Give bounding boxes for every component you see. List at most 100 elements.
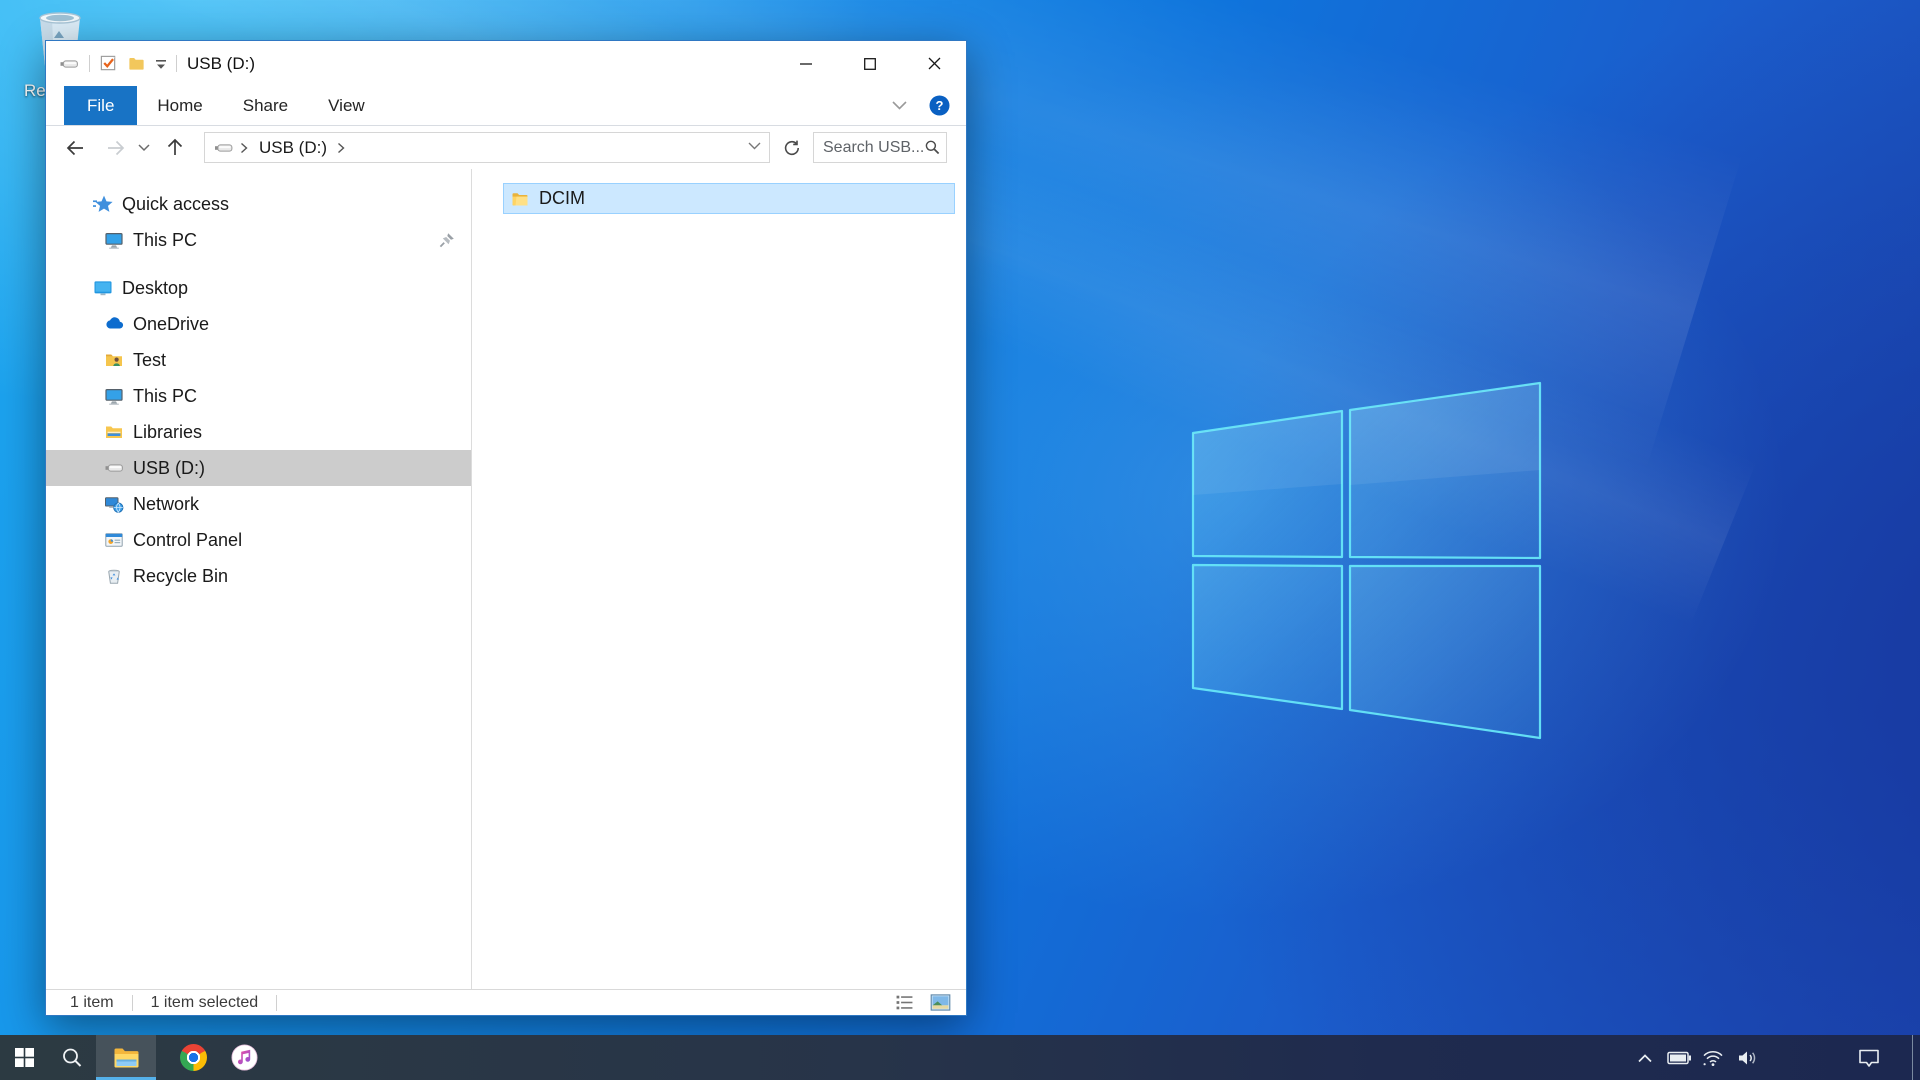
file-explorer-window: USB (D:) FileHomeShareView ?	[45, 40, 967, 1016]
up-button[interactable]	[160, 137, 190, 158]
file-explorer-icon	[113, 1046, 140, 1070]
quick-access-toolbar	[46, 54, 177, 74]
this-pc-icon	[104, 386, 124, 406]
sidebar-item-label: Recycle Bin	[133, 566, 228, 587]
search-bar[interactable]	[813, 132, 947, 163]
breadcrumb-location[interactable]: USB (D:)	[259, 138, 327, 158]
refresh-icon	[783, 139, 801, 157]
file-name: DCIM	[539, 188, 585, 209]
sidebar-item-label: Control Panel	[133, 530, 242, 551]
windows-logo-wallpaper	[1150, 360, 1600, 760]
new-folder-icon[interactable]	[127, 54, 146, 73]
taskbar-file-explorer-button[interactable]	[96, 1035, 156, 1080]
help-icon[interactable]: ?	[929, 95, 950, 116]
details-view-button[interactable]	[895, 994, 914, 1011]
back-button[interactable]	[60, 138, 90, 158]
sidebar-item-label: Quick access	[122, 194, 229, 215]
recycle-bin-icon	[104, 566, 124, 586]
sidebar-item-control-panel[interactable]: Control Panel	[46, 522, 471, 558]
toolbar-separator	[176, 55, 177, 72]
refresh-button[interactable]	[770, 132, 813, 163]
onedrive-icon	[104, 314, 124, 334]
chrome-icon	[180, 1044, 207, 1071]
maximize-button[interactable]	[838, 42, 902, 86]
wifi-status-button[interactable]	[1696, 1035, 1730, 1080]
recent-locations-button[interactable]	[136, 144, 152, 152]
minimize-button[interactable]	[774, 42, 838, 86]
speaker-icon	[1737, 1049, 1758, 1067]
usb-drive-window-icon	[58, 54, 80, 74]
sidebar-item-label: Desktop	[122, 278, 188, 299]
ribbon-tab-share[interactable]: Share	[223, 86, 308, 125]
forward-arrow-icon	[105, 138, 126, 158]
search-icon	[61, 1047, 83, 1069]
sidebar-item-label: OneDrive	[133, 314, 209, 335]
address-bar[interactable]: USB (D:)	[204, 132, 770, 163]
taskbar-itunes-button[interactable]	[220, 1035, 268, 1080]
breadcrumb-chevron-icon[interactable]	[337, 142, 346, 154]
ribbon-tab-file[interactable]: File	[64, 86, 137, 125]
expand-ribbon-chevron-icon[interactable]	[892, 101, 907, 110]
volume-button[interactable]	[1730, 1035, 1764, 1080]
chevron-down-icon	[138, 144, 150, 152]
pin-icon[interactable]	[437, 230, 457, 250]
ribbon-tab-bar: FileHomeShareView ?	[46, 86, 966, 126]
title-bar[interactable]: USB (D:)	[46, 41, 966, 86]
close-button[interactable]	[902, 42, 966, 86]
close-icon	[928, 57, 941, 70]
show-desktop-button[interactable]	[1912, 1035, 1920, 1080]
maximize-icon	[865, 58, 876, 69]
address-dropdown-chevron-icon[interactable]	[748, 142, 761, 151]
status-separator	[132, 995, 133, 1011]
start-button[interactable]	[0, 1035, 48, 1080]
sidebar-item-this-pc[interactable]: This PC	[46, 222, 471, 258]
status-separator	[276, 995, 277, 1011]
search-icon[interactable]	[924, 138, 940, 157]
action-center-button[interactable]	[1852, 1035, 1886, 1080]
up-arrow-icon	[165, 137, 185, 158]
sidebar-item-this-pc[interactable]: This PC	[46, 378, 471, 414]
libraries-icon	[104, 422, 124, 442]
sidebar-item-label: Libraries	[133, 422, 202, 443]
sidebar-item-label: Test	[133, 350, 166, 371]
back-arrow-icon	[65, 138, 86, 158]
status-bar: 1 item 1 item selected	[46, 989, 966, 1015]
wifi-icon	[1702, 1049, 1724, 1067]
desktop-icon	[93, 278, 113, 298]
large-icons-view-button[interactable]	[930, 994, 951, 1011]
sidebar-item-quick-access[interactable]: Quick access	[46, 186, 471, 222]
system-tray	[1628, 1035, 1920, 1080]
svg-text:?: ?	[936, 98, 944, 113]
toolbar-separator	[89, 55, 90, 72]
sidebar-item-network[interactable]: Network	[46, 486, 471, 522]
user-folder-icon	[104, 350, 124, 370]
breadcrumb-chevron-icon[interactable]	[240, 142, 249, 154]
network-icon	[104, 494, 124, 514]
file-list-pane[interactable]: DCIM	[472, 169, 966, 989]
ribbon-tab-view[interactable]: View	[308, 86, 385, 125]
properties-checkbox-icon[interactable]	[99, 54, 118, 73]
window-title: USB (D:)	[187, 54, 255, 74]
sidebar-item-desktop[interactable]: Desktop	[46, 270, 471, 306]
battery-icon	[1667, 1051, 1692, 1065]
sidebar-item-libraries[interactable]: Libraries	[46, 414, 471, 450]
file-item-dcim[interactable]: DCIM	[503, 183, 955, 214]
taskbar-chrome-button[interactable]	[169, 1035, 217, 1080]
itunes-icon	[231, 1044, 258, 1071]
taskbar-search-button[interactable]	[48, 1035, 96, 1080]
search-input[interactable]	[823, 139, 924, 157]
sidebar-item-onedrive[interactable]: OneDrive	[46, 306, 471, 342]
customize-qat-chevron-icon[interactable]	[155, 58, 167, 70]
forward-button[interactable]	[100, 138, 130, 158]
navigation-pane: Quick access This PC Desktop OneDrive Te…	[46, 169, 471, 989]
sidebar-item-usb-d[interactable]: USB (D:)	[46, 450, 471, 486]
battery-status-button[interactable]	[1662, 1035, 1696, 1080]
sidebar-item-recycle-bin[interactable]: Recycle Bin	[46, 558, 471, 594]
usb-drive-icon	[104, 458, 124, 478]
ribbon-tab-home[interactable]: Home	[137, 86, 222, 125]
hidden-icons-button[interactable]	[1628, 1035, 1662, 1080]
sidebar-item-label: This PC	[133, 230, 197, 251]
sidebar-item-test[interactable]: Test	[46, 342, 471, 378]
action-center-icon	[1857, 1047, 1881, 1069]
selection-count: 1 item selected	[151, 994, 259, 1012]
